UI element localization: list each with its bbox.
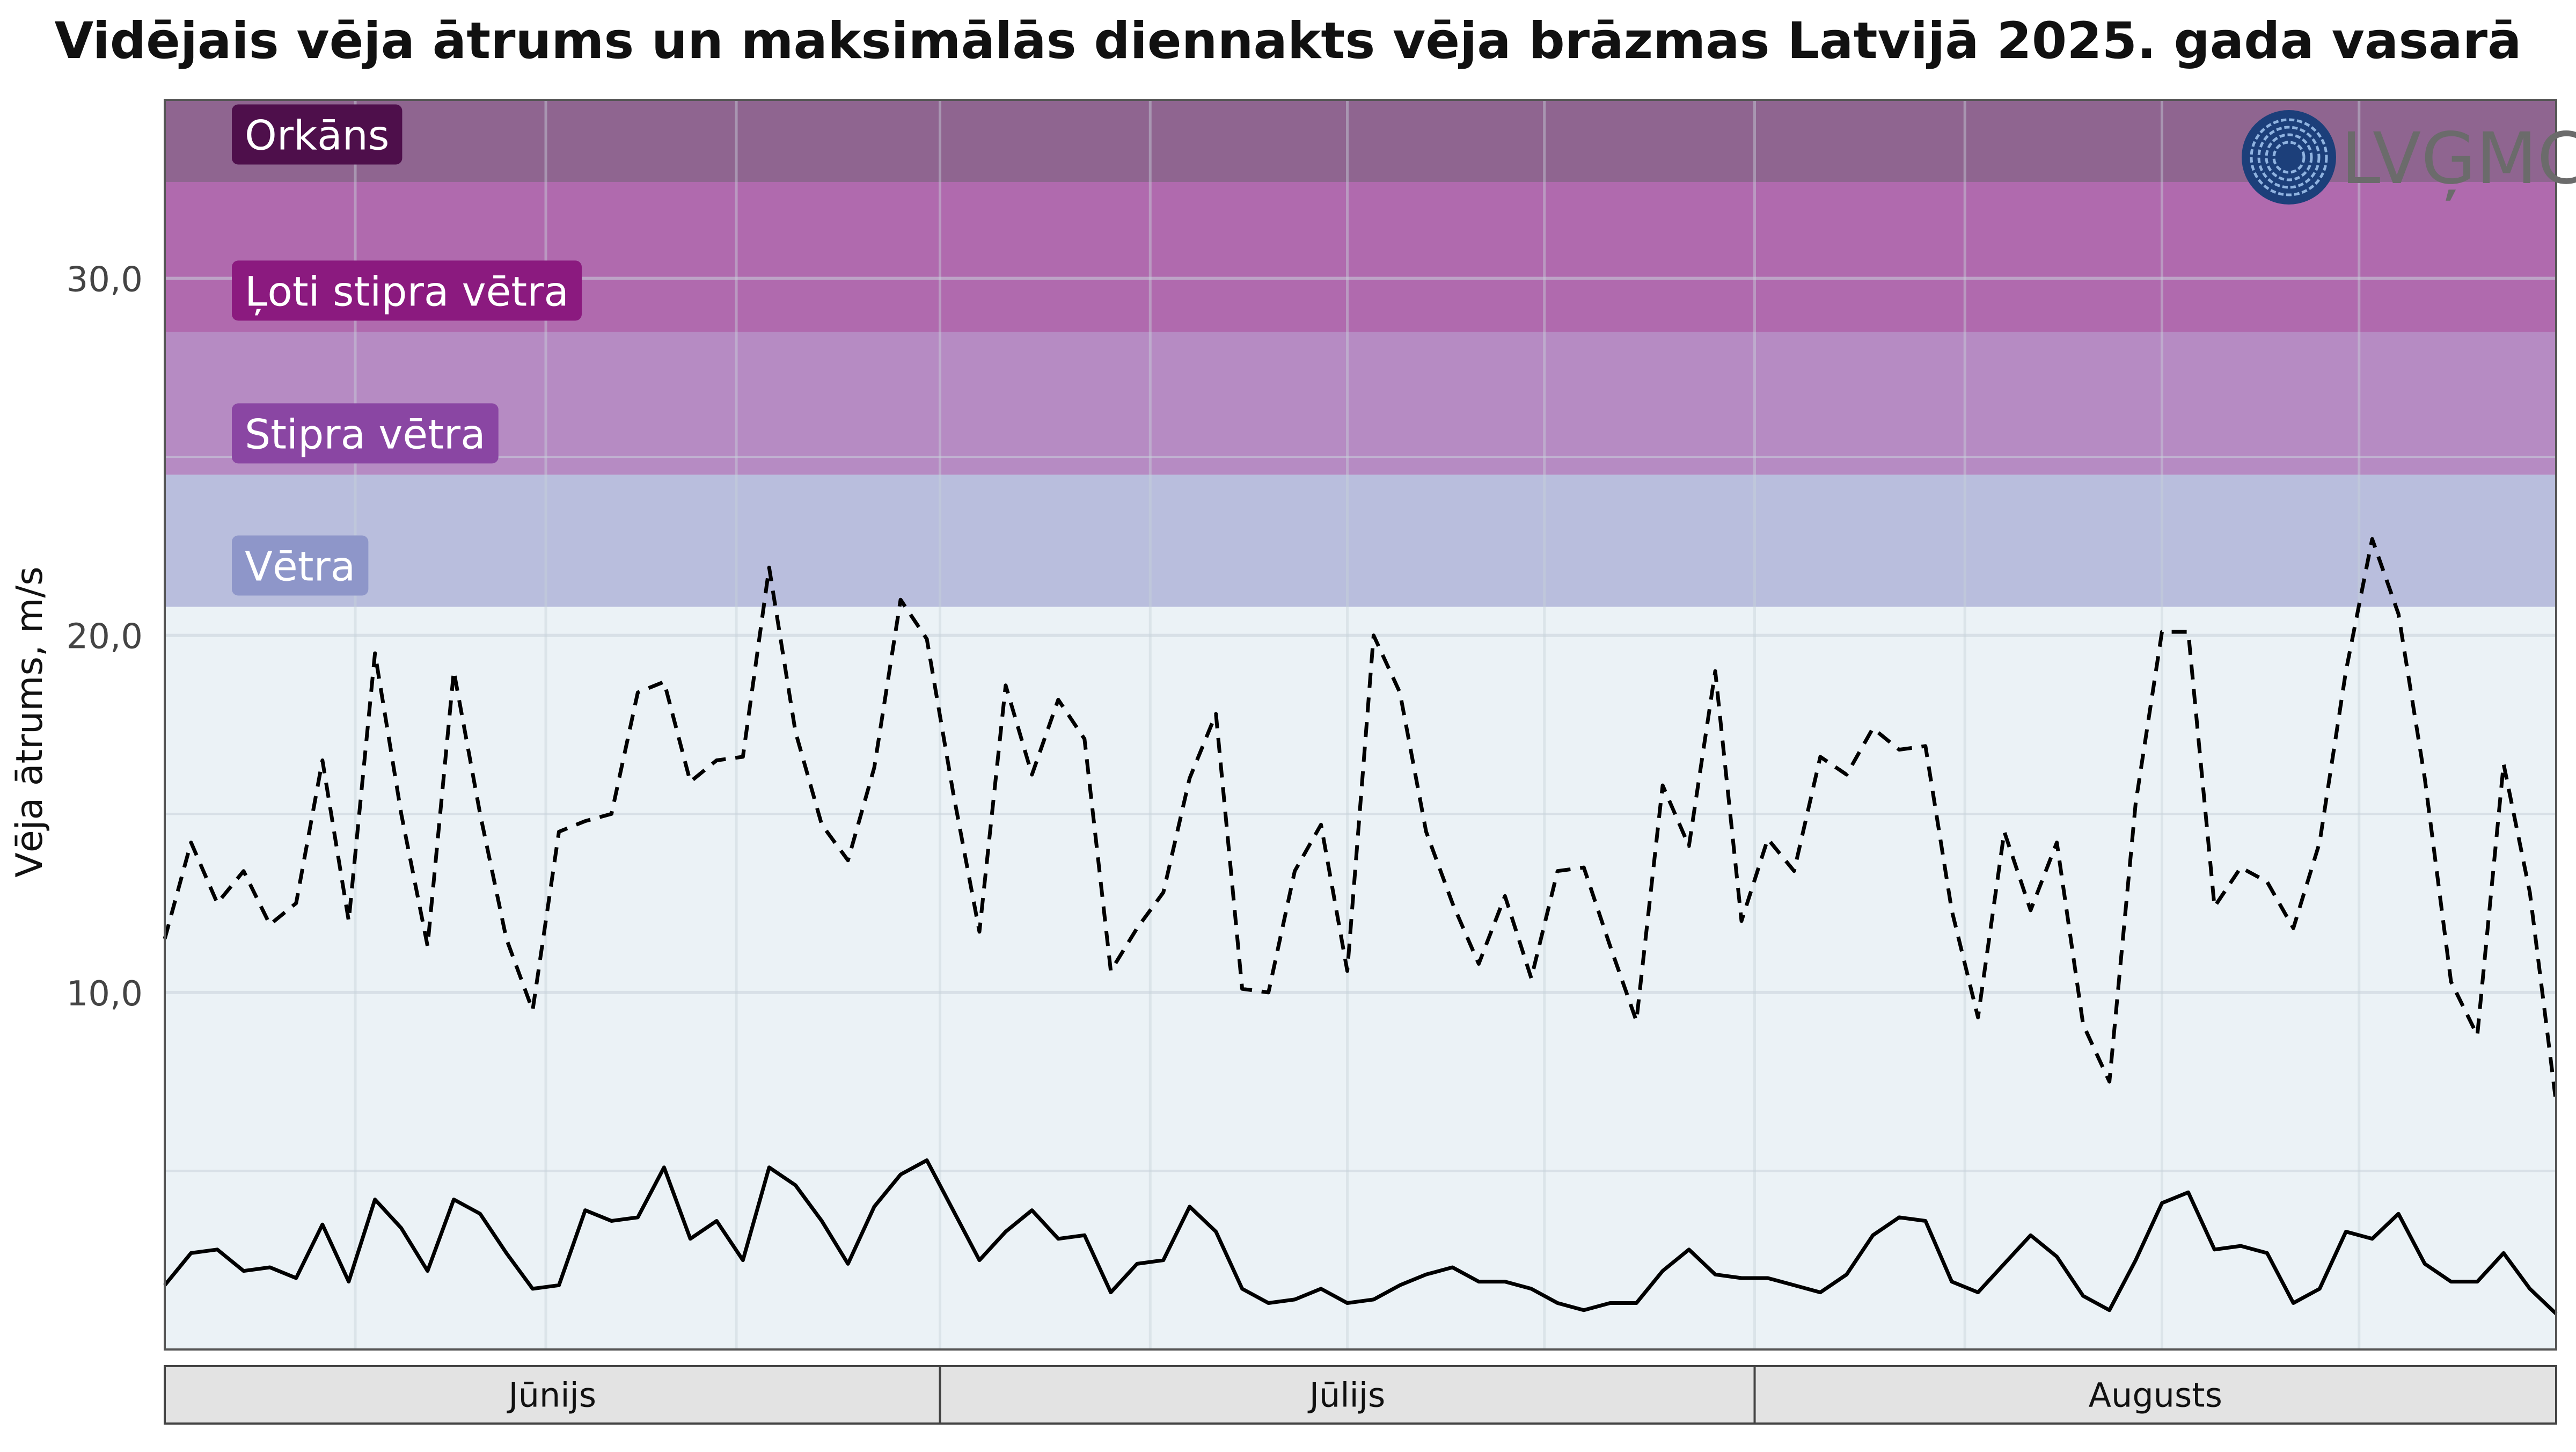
- band-label-text: Orkāns: [245, 111, 389, 159]
- month-label: Augusts: [2089, 1376, 2222, 1415]
- chart-title: Vidējais vēja ātrums un maksimālās dienn…: [54, 12, 2521, 70]
- band-label-2: Ļoti stipra vētra: [232, 260, 582, 320]
- logo-icon: [2242, 110, 2336, 205]
- band-label-text: Ļoti stipra vētra: [245, 267, 569, 315]
- band-label-text: Vētra: [245, 543, 355, 590]
- chart-svg: Vidējais vēja ātrums un maksimālās dienn…: [0, 0, 2576, 1449]
- plot-area: Vētra Stipra vētra Ļoti stipra vētra Orkāns…: [67, 100, 2576, 1424]
- month-label: Jūnijs: [506, 1376, 596, 1415]
- band-label-text: Stipra vētra: [245, 410, 486, 458]
- logo-text: LVĢMC: [2341, 118, 2576, 201]
- band-label-1: Stipra vētra: [232, 403, 499, 463]
- y-tick-label: 20,0: [67, 617, 143, 657]
- y-axis-label: Vēja ātrums, m/s: [9, 566, 51, 877]
- band-label-3: Orkāns: [232, 104, 402, 164]
- month-label: Jūlijs: [1307, 1376, 1386, 1415]
- band-1: [165, 332, 2556, 475]
- chart: Vidējais vēja ātrums un maksimālās dienn…: [0, 0, 2576, 1449]
- band-3: [165, 100, 2556, 182]
- band-label-0: Vētra: [232, 536, 368, 596]
- y-tick-label: 10,0: [67, 974, 143, 1014]
- band-0: [165, 475, 2556, 607]
- y-tick-label: 30,0: [67, 260, 143, 300]
